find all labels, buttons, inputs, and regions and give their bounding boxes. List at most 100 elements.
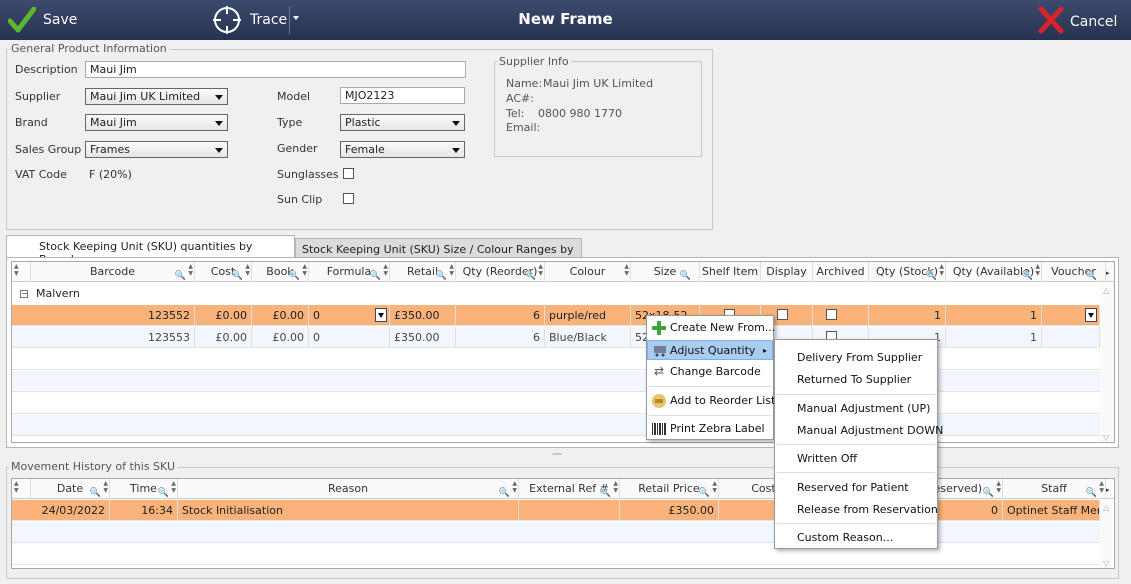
splitter-handle[interactable]: ····· xyxy=(552,450,562,460)
sort-icon: ▲ ▼ xyxy=(103,480,108,494)
column-chooser[interactable]: ▲ ▼ xyxy=(12,479,31,499)
sunclip-checkbox[interactable] xyxy=(343,193,354,204)
scroll-right-button[interactable]: ▸ xyxy=(1106,479,1114,499)
column-external-ref[interactable]: External Ref # 🔍 ▲ ▼ xyxy=(519,479,620,499)
chevron-down-icon xyxy=(452,148,460,153)
scroll-right-button[interactable]: ▸ xyxy=(1106,262,1114,282)
menu-item-print-zebra[interactable]: Print Zebra Label xyxy=(647,419,773,439)
column-size[interactable]: Size 🔍 xyxy=(631,262,700,282)
column-cost[interactable]: Cost 🔍 ▲ ▼ xyxy=(195,262,252,282)
cell-formula[interactable]: 0 xyxy=(309,305,390,326)
column-retail-price[interactable]: Retail Price 🔍 ▲ ▼ xyxy=(620,479,719,499)
menu-separator xyxy=(649,386,771,387)
submenu-item-written-off[interactable]: Written Off xyxy=(797,449,857,469)
cell-colour: purple/red xyxy=(545,305,631,326)
tab-sku-quantities[interactable]: Stock Keeping Unit (SKU) quantities by B… xyxy=(6,235,295,266)
table-row[interactable]: 123552 £0.00 £0.00 0 £350.00 6 purple/re… xyxy=(12,305,1100,326)
column-label: Staff xyxy=(1041,482,1067,495)
column-reason[interactable]: Reason 🔍 ▲ ▼ xyxy=(178,479,519,499)
chevron-down-icon xyxy=(452,121,460,126)
cell-retail: £350.00 xyxy=(390,305,456,326)
scroll-down-icon[interactable]: ▽ xyxy=(1103,559,1109,568)
submenu-item-delivery[interactable]: Delivery From Supplier xyxy=(797,348,922,368)
column-archived[interactable]: Archived xyxy=(813,262,869,282)
submenu-item-adjust-down[interactable]: Manual Adjustment DOWN xyxy=(797,421,943,441)
column-qty-reorder[interactable]: Qty (Reorder) 🔍 ▲ ▼ xyxy=(456,262,545,282)
formula-dropdown[interactable] xyxy=(375,308,387,322)
vat-code-label: VAT Code xyxy=(15,168,67,181)
column-barcode[interactable]: Barcode 🔍 ▲ ▼ xyxy=(31,262,195,282)
column-label: Date xyxy=(56,482,84,495)
voucher-dropdown[interactable] xyxy=(1085,308,1097,322)
chevron-down-icon xyxy=(1088,313,1094,318)
column-retail[interactable]: Retail 🔍 ▲ ▼ xyxy=(390,262,456,282)
context-menu: Create New From... Adjust Quantity ▸ ⇄ C… xyxy=(646,315,776,440)
supplier-label: Supplier xyxy=(15,90,61,103)
menu-item-adjust-quantity[interactable]: Adjust Quantity ▸ xyxy=(647,340,773,360)
scroll-down-icon[interactable]: ▽ xyxy=(1103,433,1109,442)
scroll-up-icon[interactable]: △ xyxy=(1103,503,1109,512)
movement-history-legend: Movement History of this SKU xyxy=(9,460,178,473)
column-shelf-item[interactable]: Shelf Item xyxy=(700,262,761,282)
reorder-icon xyxy=(652,394,666,408)
sunglasses-checkbox[interactable] xyxy=(343,168,354,179)
gender-label: Gender xyxy=(277,142,318,155)
supplier-name-value: Maui Jim UK Limited xyxy=(543,77,654,90)
column-formula[interactable]: Formula 🔍 ▲ ▼ xyxy=(309,262,390,282)
menu-item-create-new[interactable]: Create New From... xyxy=(647,318,775,338)
column-label: Colour xyxy=(569,265,606,278)
column-chooser[interactable]: ▲ ▼ xyxy=(12,262,31,282)
general-info-legend: General Product Information xyxy=(9,42,169,55)
menu-item-label: Change Barcode xyxy=(670,365,761,378)
type-select[interactable]: Plastic xyxy=(340,114,465,131)
description-input[interactable]: Maui Jim xyxy=(85,61,466,78)
archived-checkbox[interactable] xyxy=(826,309,837,320)
menu-separator xyxy=(777,444,935,445)
supplier-ac-label: AC#: xyxy=(506,92,534,105)
column-label: Formula xyxy=(326,265,372,278)
sort-icon: ▲ ▼ xyxy=(939,263,944,277)
sales-group-select[interactable]: Frames xyxy=(85,141,228,158)
cell-qty-available: 1 xyxy=(946,305,1042,326)
gender-select[interactable]: Female xyxy=(340,141,465,158)
cell-date: 24/03/2022 xyxy=(12,500,110,521)
brand-select[interactable]: Maui Jim xyxy=(85,114,228,131)
title-bar: Save Trace New Frame Cancel xyxy=(0,0,1131,40)
column-display[interactable]: Display xyxy=(761,262,813,282)
column-staff[interactable]: Staff 🔍 ▲ ▼ xyxy=(1003,479,1106,499)
collapse-icon[interactable]: − xyxy=(20,290,28,298)
tab-sku-ranges[interactable]: Stock Keeping Unit (SKU) Size / Colour R… xyxy=(295,238,582,269)
menu-item-change-barcode[interactable]: ⇄ Change Barcode xyxy=(647,362,773,382)
cell-formula: 0 xyxy=(309,327,390,348)
vertical-scrollbar[interactable]: △ ▽ xyxy=(1100,499,1114,568)
column-date[interactable]: Date 🔍 ▲ ▼ xyxy=(31,479,110,499)
submenu-item-custom[interactable]: Custom Reason... xyxy=(797,528,893,548)
scroll-up-icon[interactable]: △ xyxy=(1103,286,1109,295)
cell-voucher[interactable] xyxy=(1042,305,1100,326)
column-book[interactable]: Book 🔍 ▲ ▼ xyxy=(252,262,309,282)
column-time[interactable]: Time 🔍 ▲ ▼ xyxy=(110,479,178,499)
type-label: Type xyxy=(277,116,303,129)
column-qty-stock[interactable]: Qty (Stock) 🔍 ▲ ▼ xyxy=(869,262,946,282)
cell-qty-available: 1 xyxy=(946,327,1042,348)
cancel-button[interactable]: Cancel xyxy=(1038,0,1117,40)
sort-icon: ▲ ▼ xyxy=(1099,480,1104,494)
vertical-scrollbar[interactable]: △ ▽ xyxy=(1100,282,1114,442)
cell-colour: Blue/Black xyxy=(545,327,631,348)
menu-item-label: Add to Reorder List xyxy=(670,394,776,407)
model-label: Model xyxy=(277,90,311,103)
column-label: Reason xyxy=(327,482,369,495)
submenu-item-reserved[interactable]: Reserved for Patient xyxy=(797,478,909,498)
supplier-select[interactable]: Maui Jim UK Limited xyxy=(85,88,228,105)
column-colour[interactable]: Colour ▲ ▼ xyxy=(545,262,631,282)
menu-item-add-reorder[interactable]: Add to Reorder List xyxy=(647,391,776,411)
display-checkbox[interactable] xyxy=(777,309,788,320)
column-voucher[interactable]: Voucher 🔍 xyxy=(1042,262,1106,282)
model-input[interactable]: MJO2123 xyxy=(340,87,465,104)
barcode-icon xyxy=(652,423,666,435)
group-row[interactable]: − Malvern xyxy=(12,283,1100,305)
column-qty-available[interactable]: Qty (Available) 🔍 ▲ ▼ xyxy=(946,262,1042,282)
submenu-item-adjust-up[interactable]: Manual Adjustment (UP) xyxy=(797,399,930,419)
submenu-item-returned[interactable]: Returned To Supplier xyxy=(797,370,911,390)
submenu-item-release[interactable]: Release from Reservation xyxy=(797,500,938,520)
